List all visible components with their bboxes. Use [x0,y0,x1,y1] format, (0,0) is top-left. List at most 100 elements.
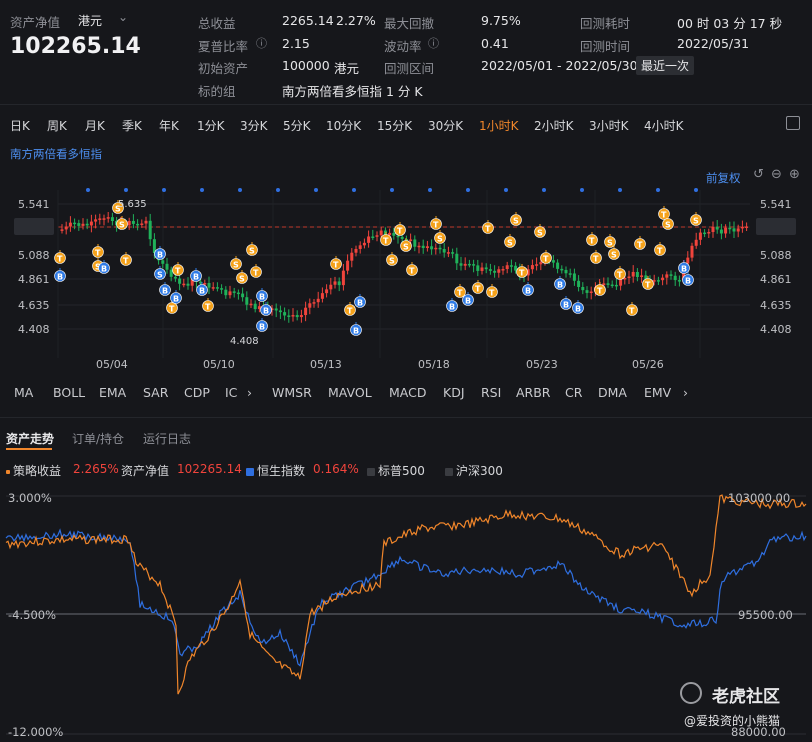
recent-select[interactable]: 最近一次 [636,56,695,75]
legend-strategy[interactable]: 策略收益 [6,462,61,479]
candle-body [677,280,681,282]
indicator-ema[interactable]: EMA [99,385,126,400]
indicator-boll[interactable]: BOLL [53,385,85,400]
indicator-wmsr[interactable]: WMSR [272,385,312,400]
candle-body [480,267,484,271]
indicator-cdp[interactable]: CDP [184,385,210,400]
currency-select[interactable]: 港元 [78,12,102,29]
indicator-mavol[interactable]: MAVOL [328,385,372,400]
candle-body [627,276,631,279]
candle-body [442,249,446,253]
trade-marker-label: B [557,281,563,290]
trade-marker-label: T [637,241,643,250]
event-dot [314,188,318,192]
event-dot [86,188,90,192]
candle-body [493,270,497,273]
trade-marker-label: T [347,307,353,316]
event-dot [580,188,584,192]
tab-2hour[interactable]: 2小时K [534,117,574,134]
y-tick-right: 4.861 [760,273,792,286]
chevron-down-icon[interactable]: ⌄ [118,10,128,24]
stat-value: 100000 [282,58,330,73]
info-icon[interactable]: ⓘ [256,35,267,51]
indicator-arbr[interactable]: ARBR [516,385,551,400]
trade-marker-label: B [259,323,265,332]
trade-marker-label: B [525,287,531,296]
tab-year[interactable]: 年K [159,117,179,134]
legend-hsi[interactable]: 恒生指数 [246,462,305,479]
indicator-ic[interactable]: IC [225,385,237,400]
trade-marker-label: S [513,217,519,226]
legend-sp500[interactable]: 标普500 [367,462,425,479]
info-icon[interactable]: ⓘ [428,35,439,51]
tab-orders[interactable]: 订单/持仓 [72,430,124,447]
event-dot [200,188,204,192]
trade-marker-label: T [457,289,463,298]
stat-label: 回测时间 [580,39,631,54]
tab-day[interactable]: 日K [10,117,30,134]
tab-3min[interactable]: 3分K [240,117,268,134]
candle-body [371,236,375,238]
candle-body [81,223,85,226]
trade-marker-label: B [263,307,269,316]
candle-body [690,245,694,258]
candle-body [724,227,728,234]
candle-body [354,248,358,253]
trade-marker-label: S [437,235,443,244]
candle-body [367,236,371,243]
trade-marker-label: T [485,225,491,234]
tab-4hour[interactable]: 4小时K [644,117,684,134]
tab-1hour[interactable]: 1小时K [479,117,519,134]
indicator-macd[interactable]: MACD [389,385,426,400]
indicator-dma[interactable]: DMA [598,385,627,400]
stat-value: 2022/05/01 - 2022/05/30 [481,58,638,73]
indicator-cr[interactable]: CR [565,385,582,400]
indicator-kdj[interactable]: KDJ [443,385,465,400]
stat-label: 回测耗时 [580,16,631,31]
tab-quarter[interactable]: 季K [122,117,142,134]
indicator-ma[interactable]: MA [14,385,33,400]
candle-body [665,274,669,278]
candle-body [488,269,492,271]
tab-asset-trend[interactable]: 资产走势 [6,430,54,447]
tab-5min[interactable]: 5分K [283,117,311,134]
tab-month[interactable]: 月K [85,117,105,134]
candle-body [287,315,291,317]
candle-body [106,217,110,219]
stat-value: 0.41 [481,36,509,51]
tab-10min[interactable]: 10分K [326,117,361,134]
candle-body [358,245,362,249]
chevron-right-icon[interactable]: › [683,385,688,400]
tab-15min[interactable]: 15分K [377,117,412,134]
trade-marker-label: S [607,239,613,248]
candle-body [333,281,337,285]
indicator-tabs: MA BOLL EMA SAR CDP IC › WMSR MAVOL MACD… [0,381,812,405]
candle-body [581,286,585,291]
kline-chart[interactable]: TBTS BSSTBSBTBTBBTSSSTBBBTTBBTSTSTTSBTBTT… [0,180,812,376]
tab-3hour[interactable]: 3小时K [589,117,629,134]
trade-marker-label: T [629,307,635,316]
indicator-emv[interactable]: EMV [644,385,671,400]
candle-body [400,236,404,239]
tab-30min[interactable]: 30分K [428,117,463,134]
trade-marker-label: B [681,265,687,274]
indicator-sar[interactable]: SAR [143,385,168,400]
tab-week[interactable]: 周K [47,117,67,134]
candle-body [98,218,102,220]
tab-logs[interactable]: 运行日志 [143,430,191,447]
candle-body [224,289,228,296]
candle-body [707,232,711,234]
expand-icon[interactable] [786,116,800,130]
equity-right-tick: 103000.00 [728,491,791,505]
tab-1min[interactable]: 1分K [197,117,225,134]
chevron-right-icon[interactable]: › [247,385,252,400]
candle-body [656,280,660,282]
stat-value-pct: 2.27% [336,13,376,28]
indicator-rsi[interactable]: RSI [481,385,501,400]
trade-marker-label: B [685,277,691,286]
legend-csi300[interactable]: 沪深300 [445,462,503,479]
candle-body [497,269,501,273]
trade-marker-label: B [173,295,179,304]
candle-body [148,220,152,240]
trade-marker-label: B [57,273,63,282]
